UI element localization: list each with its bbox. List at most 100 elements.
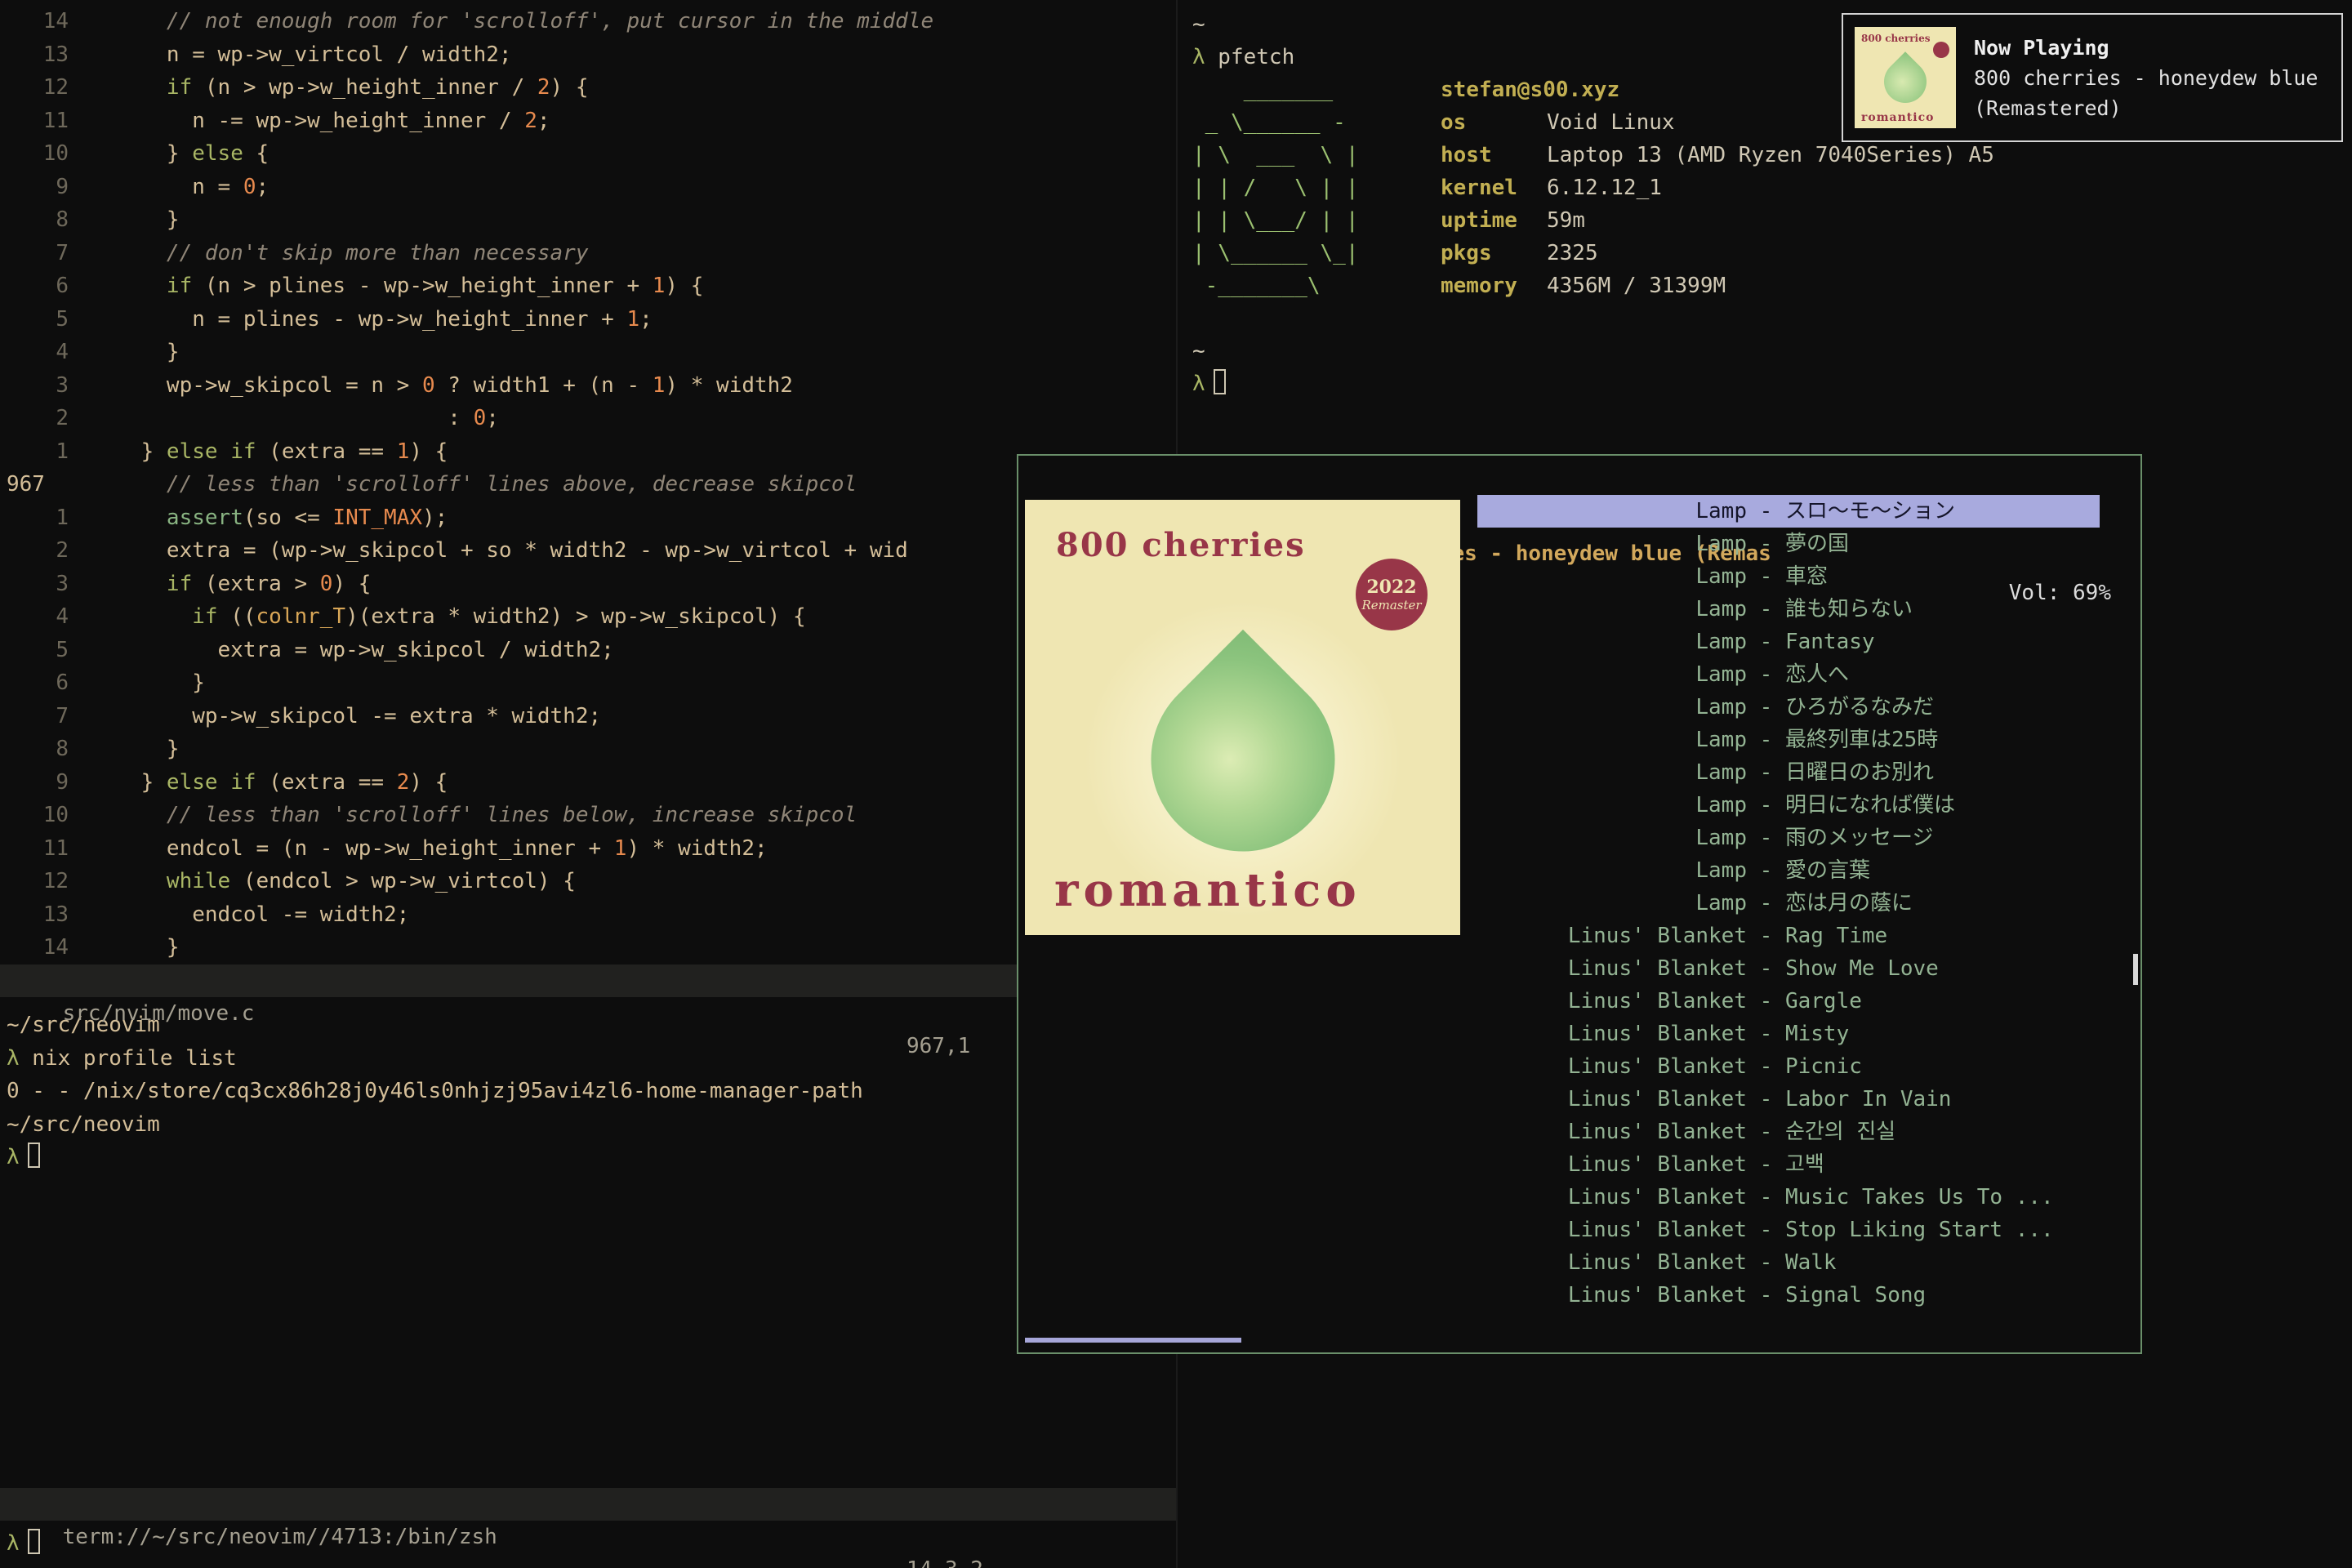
playlist-track[interactable]: Linus' Blanket - Misty <box>1477 1018 2100 1050</box>
track-artist: Lamp <box>1477 822 1747 854</box>
code-line[interactable]: 14 } <box>0 931 1176 964</box>
code-line[interactable]: 10 // less than 'scrolloff' lines below,… <box>0 799 1176 832</box>
now-playing-notification[interactable]: 800 cherries romantico Now Playing 800 c… <box>1842 13 2343 142</box>
track-title: Walk <box>1785 1246 2100 1279</box>
playlist-track[interactable]: Linus' Blanket - Picnic <box>1477 1050 2100 1083</box>
token: (extra > <box>192 572 320 596</box>
token <box>90 274 167 298</box>
code-text: // not enough room for 'scrolloff', put … <box>90 5 933 38</box>
terminal-line: λ nix profile list <box>7 1042 1176 1076</box>
token: (extra == <box>256 770 397 795</box>
track-artist: Lamp <box>1477 854 1747 887</box>
code-line[interactable]: 14 // not enough room for 'scrolloff', p… <box>0 5 1176 38</box>
code-line[interactable]: 5 n = plines - wp->w_height_inner + 1; <box>0 303 1176 336</box>
track-separator: - <box>1747 1116 1785 1148</box>
playlist-track[interactable]: Lamp - ひろがるなみだ <box>1477 691 2100 724</box>
playlist-track[interactable]: Lamp - 明日になれば僕は <box>1477 789 2100 822</box>
token: // don't skip more than necessary <box>90 241 588 265</box>
code-line[interactable]: 5 extra = wp->w_skipcol / width2; <box>0 634 1176 667</box>
code-line[interactable]: 7 wp->w_skipcol -= extra * width2; <box>0 700 1176 733</box>
code-line[interactable]: 2 : 0; <box>0 402 1176 435</box>
pfetch-info-row: uptime59m <box>1441 204 1994 237</box>
terminal-line: ~/src/neovim <box>7 1108 1176 1142</box>
token: ) { <box>665 274 703 298</box>
line-number: 11 <box>0 832 90 866</box>
playlist-track[interactable]: Linus' Blanket - Walk <box>1477 1246 2100 1279</box>
code-line[interactable]: 1 } else if (extra == 1) { <box>0 435 1176 469</box>
playlist-track[interactable]: Linus' Blanket - Signal Song <box>1477 1279 2100 1312</box>
code-line[interactable]: 9 } else if (extra == 2) { <box>0 766 1176 800</box>
code-line[interactable]: 1 assert(so <= INT_MAX); <box>0 501 1176 535</box>
playlist-track[interactable]: Linus' Blanket - Gargle <box>1477 985 2100 1018</box>
playlist-track[interactable]: Lamp - 恋は月の蔭に <box>1477 887 2100 920</box>
playlist-track[interactable]: Linus' Blanket - Stop Liking Start ... <box>1477 1214 2100 1246</box>
code-line[interactable]: 967 // less than 'scrolloff' lines above… <box>0 468 1176 501</box>
code-line[interactable]: 4 if ((colnr_T)(extra * width2) > wp->w_… <box>0 600 1176 634</box>
statusline-filename: src/nvim/move.c <box>63 1001 255 1026</box>
code-line[interactable]: 13 endcol -= width2; <box>0 898 1176 932</box>
code-line[interactable]: 6 if (n > plines - wp->w_height_inner + … <box>0 270 1176 303</box>
playlist-track[interactable]: Lamp - 車窓 <box>1477 560 2100 593</box>
playlist-track[interactable]: Linus' Blanket - 순간의 진실 <box>1477 1116 2100 1148</box>
code-line[interactable]: 2 extra = (wp->w_skipcol + so * width2 -… <box>0 534 1176 568</box>
token: (n > plines - wp->w_height_inner + <box>192 274 653 298</box>
token: 1 <box>653 274 666 298</box>
code-text: assert(so <= INT_MAX); <box>90 501 448 535</box>
album-art: 800 cherries 2022 Remaster romantico <box>1025 500 1460 935</box>
shell-prompt[interactable]: λ <box>1192 368 2352 400</box>
statusline-terminal-name: term://~/src/neovim//4713:/bin/zsh <box>63 1525 497 1549</box>
playlist-track[interactable]: Linus' Blanket - Labor In Vain <box>1477 1083 2100 1116</box>
token: { <box>243 141 269 166</box>
playlist-track[interactable]: Linus' Blanket - Music Takes Us To ... <box>1477 1181 2100 1214</box>
code-line[interactable]: 12 if (n > wp->w_height_inner / 2) { <box>0 71 1176 105</box>
code-line[interactable]: 6 } <box>0 666 1176 700</box>
pfetch-value: 2325 <box>1547 241 1598 265</box>
playlist-track[interactable]: Lamp - 誰も知らない <box>1477 593 2100 626</box>
music-player-window[interactable]: [Playing] herries - honeydew blue (Remas… <box>1017 454 2142 1354</box>
playlist-track[interactable]: Linus' Blanket - Show Me Love <box>1477 952 2100 985</box>
playlist-track[interactable]: Lamp - 日曜日のお別れ <box>1477 756 2100 789</box>
line-number: 5 <box>0 303 90 336</box>
playlist-track[interactable]: Linus' Blanket - Rag Time <box>1477 920 2100 952</box>
player-titlebar: [Playing] herries - honeydew blue (Remas… <box>1018 456 2140 495</box>
progress-bar[interactable] <box>1025 1338 2134 1343</box>
code-line[interactable]: 11 n -= wp->w_height_inner / 2; <box>0 105 1176 138</box>
notification-text: Now Playing 800 cherries - honeydew blue… <box>1974 33 2318 123</box>
track-title: Picnic <box>1785 1050 2100 1083</box>
code-line[interactable]: 4 } <box>0 336 1176 369</box>
code-line[interactable]: 8 } <box>0 203 1176 237</box>
playlist-track[interactable]: Linus' Blanket - 고백 <box>1477 1148 2100 1181</box>
album-title-text: romantico <box>1861 111 1934 124</box>
code-line[interactable]: 9 n = 0; <box>0 171 1176 204</box>
playlist-track[interactable]: Lamp - 雨のメッセージ <box>1477 822 2100 854</box>
playlist-track[interactable]: Lamp - 愛の言葉 <box>1477 854 2100 887</box>
code-line[interactable]: 3 wp->w_skipcol = n > 0 ? width1 + (n - … <box>0 369 1176 403</box>
terminal-output[interactable]: ~/src/neovimλ nix profile list0 - - /nix… <box>0 997 1176 1488</box>
code-line[interactable]: 12 while (endcol > wp->w_virtcol) { <box>0 865 1176 898</box>
code-area[interactable]: 14 // not enough room for 'scrolloff', p… <box>0 0 1176 964</box>
playlist-track[interactable]: Lamp - 最終列車は25時 <box>1477 724 2100 756</box>
code-line[interactable]: 8 } <box>0 733 1176 766</box>
track-artist: Lamp <box>1477 593 1747 626</box>
line-number: 7 <box>0 700 90 733</box>
token: // less than 'scrolloff' lines below, in… <box>90 803 857 827</box>
code-line[interactable]: 10 } else { <box>0 137 1176 171</box>
playlist-scrollbar[interactable] <box>2133 954 2138 985</box>
playlist-track[interactable]: Lamp - スロ〜モ〜ション <box>1477 495 2100 528</box>
nvim-window[interactable]: 14 // not enough room for 'scrolloff', p… <box>0 0 1178 1568</box>
code-line[interactable]: 7 // don't skip more than necessary <box>0 237 1176 270</box>
badge-year: 2022 <box>1366 577 1416 598</box>
code-text: } <box>90 931 180 964</box>
track-separator: - <box>1747 822 1785 854</box>
track-title: 恋人へ <box>1785 658 2100 691</box>
code-line[interactable]: 13 n = wp->w_virtcol / width2; <box>0 38 1176 72</box>
code-line[interactable]: 11 endcol = (n - wp->w_height_inner + 1)… <box>0 832 1176 866</box>
pfetch-value: 4356M / 31399M <box>1547 274 1726 298</box>
track-artist: Linus' Blanket <box>1477 1279 1747 1312</box>
playlist-track[interactable]: Lamp - Fantasy <box>1477 626 2100 658</box>
badge-label: Remaster <box>1361 598 1421 612</box>
line-number: 9 <box>0 171 90 204</box>
playlist-track[interactable]: Lamp - 恋人へ <box>1477 658 2100 691</box>
code-line[interactable]: 3 if (extra > 0) { <box>0 568 1176 601</box>
playlist-track[interactable]: Lamp - 夢の国 <box>1477 528 2100 560</box>
